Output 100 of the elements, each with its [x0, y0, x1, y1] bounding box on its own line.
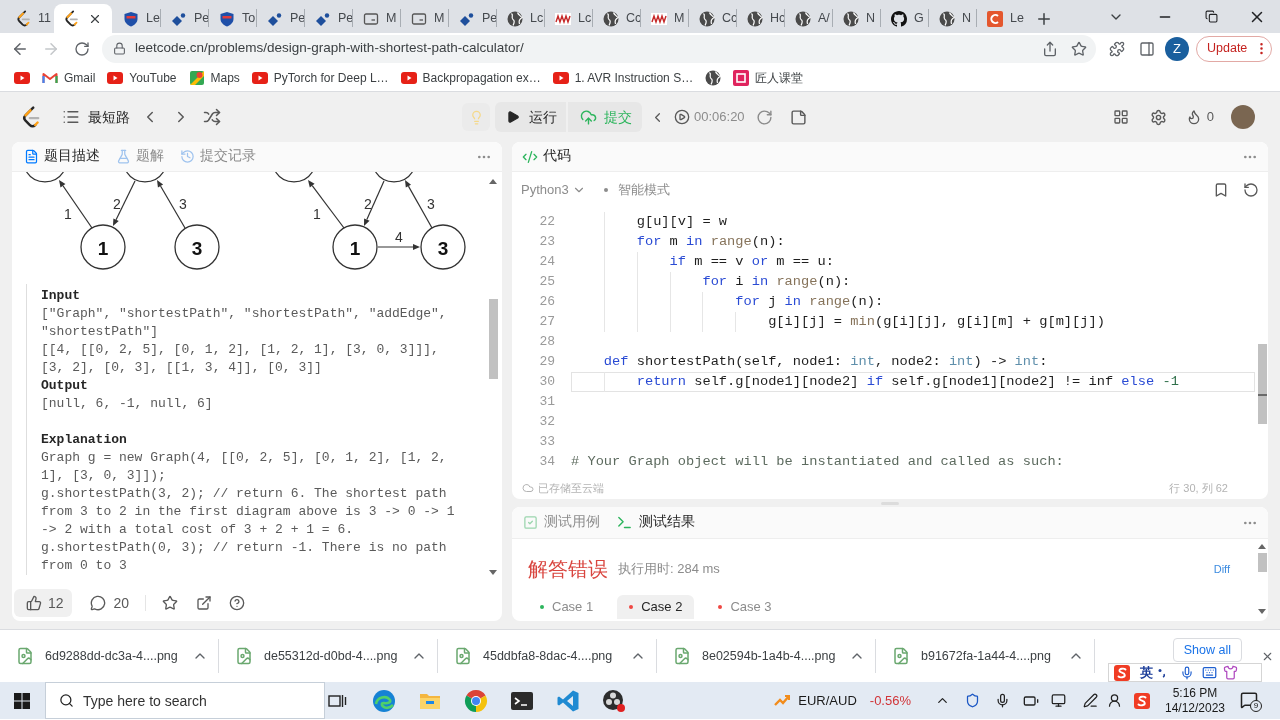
code-line: for i in range(n):: [571, 272, 1255, 292]
browser-tab[interactable]: Le: [977, 4, 1024, 33]
browser-tab[interactable]: M: [401, 4, 448, 33]
file-name[interactable]: 45ddbfa8-8dac-4....png: [483, 646, 613, 666]
ticker-widget[interactable]: EUR/AUD -0.56%: [772, 685, 913, 716]
profile-avatar[interactable]: Z: [1165, 36, 1189, 61]
browser-tab[interactable]: Lc: [497, 4, 544, 33]
puzzle-icon[interactable]: [1109, 40, 1125, 57]
browser-tab[interactable]: M: [353, 4, 400, 33]
search-field[interactable]: Type here to search: [45, 682, 325, 719]
case-tab[interactable]: Case 2: [617, 595, 695, 619]
caret-up-icon[interactable]: [489, 178, 497, 184]
reset-icon[interactable]: [755, 108, 773, 126]
person-icon[interactable]: [1107, 693, 1122, 708]
clock-button[interactable]: 5:16 PM 14/12/2023: [1164, 685, 1226, 716]
example-heading: Input: [41, 287, 80, 305]
side-panel-icon[interactable]: [1139, 40, 1155, 57]
scrollbar-thumb[interactable]: [1257, 553, 1267, 572]
scrollbar-thumb[interactable]: [488, 299, 498, 379]
file-name[interactable]: 6d9288dd-dc3a-4....png: [45, 646, 178, 666]
browser-tab[interactable]: [54, 4, 112, 33]
bookmark-icon[interactable]: [1213, 182, 1229, 198]
caret-down-icon[interactable]: [1258, 609, 1266, 615]
layout-icon[interactable]: [1112, 109, 1129, 125]
browser-tab[interactable]: N: [833, 4, 880, 33]
star-icon[interactable]: [162, 595, 179, 611]
punctuation-icon[interactable]: [1157, 667, 1167, 678]
terminal-icon: [616, 514, 633, 531]
keyboard-icon[interactable]: [1202, 665, 1217, 680]
round-logo-icon[interactable]: [602, 688, 626, 713]
share-icon[interactable]: [1042, 40, 1058, 57]
monitor-icon[interactable]: [1051, 693, 1066, 708]
circle-logo-icon[interactable]: [464, 688, 488, 713]
browser-tab[interactable]: Pe: [257, 4, 304, 33]
panel-tab[interactable]: 题目描述: [24, 146, 100, 167]
bookmark[interactable]: Backpropagation ex…: [394, 65, 547, 90]
bookmark[interactable]: Gmail: [36, 65, 102, 90]
shield-icon[interactable]: [965, 693, 980, 708]
shirt-icon[interactable]: [1223, 665, 1238, 680]
language-select[interactable]: Python3: [521, 180, 586, 200]
help-icon[interactable]: [229, 595, 246, 611]
shuffle-icon[interactable]: [203, 108, 221, 126]
ribbon-logo-icon[interactable]: [556, 688, 580, 713]
note-icon[interactable]: [789, 108, 807, 126]
line-number: 31: [538, 393, 555, 412]
user-avatar[interactable]: [1231, 105, 1255, 129]
browser-tab[interactable]: Pe: [305, 4, 352, 33]
browser-tab[interactable]: A/: [785, 4, 832, 33]
microphone-icon[interactable]: [995, 693, 1010, 708]
settings-icon[interactable]: [1149, 108, 1167, 126]
reload-icon[interactable]: [73, 40, 90, 57]
case-tab[interactable]: Case 3: [706, 595, 784, 619]
tile-logo-icon[interactable]: [1114, 664, 1130, 681]
browser-tab[interactable]: Le: [113, 4, 160, 33]
diff-link[interactable]: Diff: [1213, 560, 1230, 578]
zigzag-logo-icon: [555, 10, 571, 27]
restore-icon[interactable]: [1204, 10, 1218, 23]
browser-tab[interactable]: Pe: [449, 4, 496, 33]
address-bar[interactable]: leetcode.cn/problems/design-graph-with-shortest-path-calculator/: [102, 34, 1096, 63]
panel-tab[interactable]: 测试结果: [616, 512, 695, 533]
star-icon[interactable]: [1071, 40, 1087, 57]
search-icon: [59, 693, 74, 708]
browser-tab[interactable]: To: [209, 4, 256, 33]
bookmark[interactable]: Maps: [182, 65, 246, 90]
tile-logo-icon[interactable]: [1134, 692, 1150, 709]
bookmark[interactable]: 1. AVR Instruction S…: [546, 65, 700, 90]
streak-button[interactable]: 0: [1185, 107, 1214, 127]
caret-down-icon[interactable]: [489, 570, 497, 576]
browser-tab[interactable]: Pe: [161, 4, 208, 33]
browser-tab[interactable]: 11: [6, 4, 53, 33]
image-file-icon: [673, 647, 691, 665]
like-button[interactable]: 12: [14, 589, 72, 617]
bookmark[interactable]: PyTorch for Deep L…: [245, 65, 395, 90]
pen-icon[interactable]: [1083, 693, 1098, 708]
browser-tab[interactable]: G: [881, 4, 928, 33]
run-button[interactable]: 运行: [495, 102, 566, 132]
undo-icon[interactable]: [1243, 182, 1259, 198]
share-icon[interactable]: [196, 595, 213, 611]
file-name[interactable]: 8e02594b-1a4b-4....png: [702, 646, 836, 666]
bookmark[interactable]: 匠人课堂: [727, 65, 810, 90]
bookmark[interactable]: YouTube: [101, 65, 183, 90]
mode-button[interactable]: 智能模式: [603, 180, 670, 200]
file-name[interactable]: b91672fa-1a44-4....png: [921, 646, 1051, 666]
browser-tab[interactable]: N: [929, 4, 976, 33]
ime-mode[interactable]: 英: [1140, 662, 1153, 683]
browser-tab[interactable]: M: [641, 4, 688, 33]
file-name[interactable]: de55312d-d0bd-4....png: [264, 646, 398, 666]
start-icon[interactable]: [14, 692, 30, 709]
runtime-text: 执行用时: 284 ms: [618, 560, 720, 579]
url-text[interactable]: leetcode.cn/problems/design-graph-with-shortest-path-calculator/: [135, 38, 524, 59]
comments-button[interactable]: 20: [89, 592, 130, 614]
swirl-logo-icon[interactable]: [372, 688, 396, 713]
problem-list-button[interactable]: 最短路: [62, 106, 130, 128]
scrollbar-thumb[interactable]: [1258, 344, 1267, 424]
line-number: 33: [538, 433, 555, 452]
chevron-logo-icon[interactable]: [21, 106, 41, 128]
case-tab[interactable]: Case 1: [528, 595, 606, 619]
browser-tab[interactable]: Lc: [545, 4, 592, 33]
caret-up-icon[interactable]: [1258, 543, 1266, 549]
show-all-button[interactable]: Show all: [1172, 638, 1242, 662]
